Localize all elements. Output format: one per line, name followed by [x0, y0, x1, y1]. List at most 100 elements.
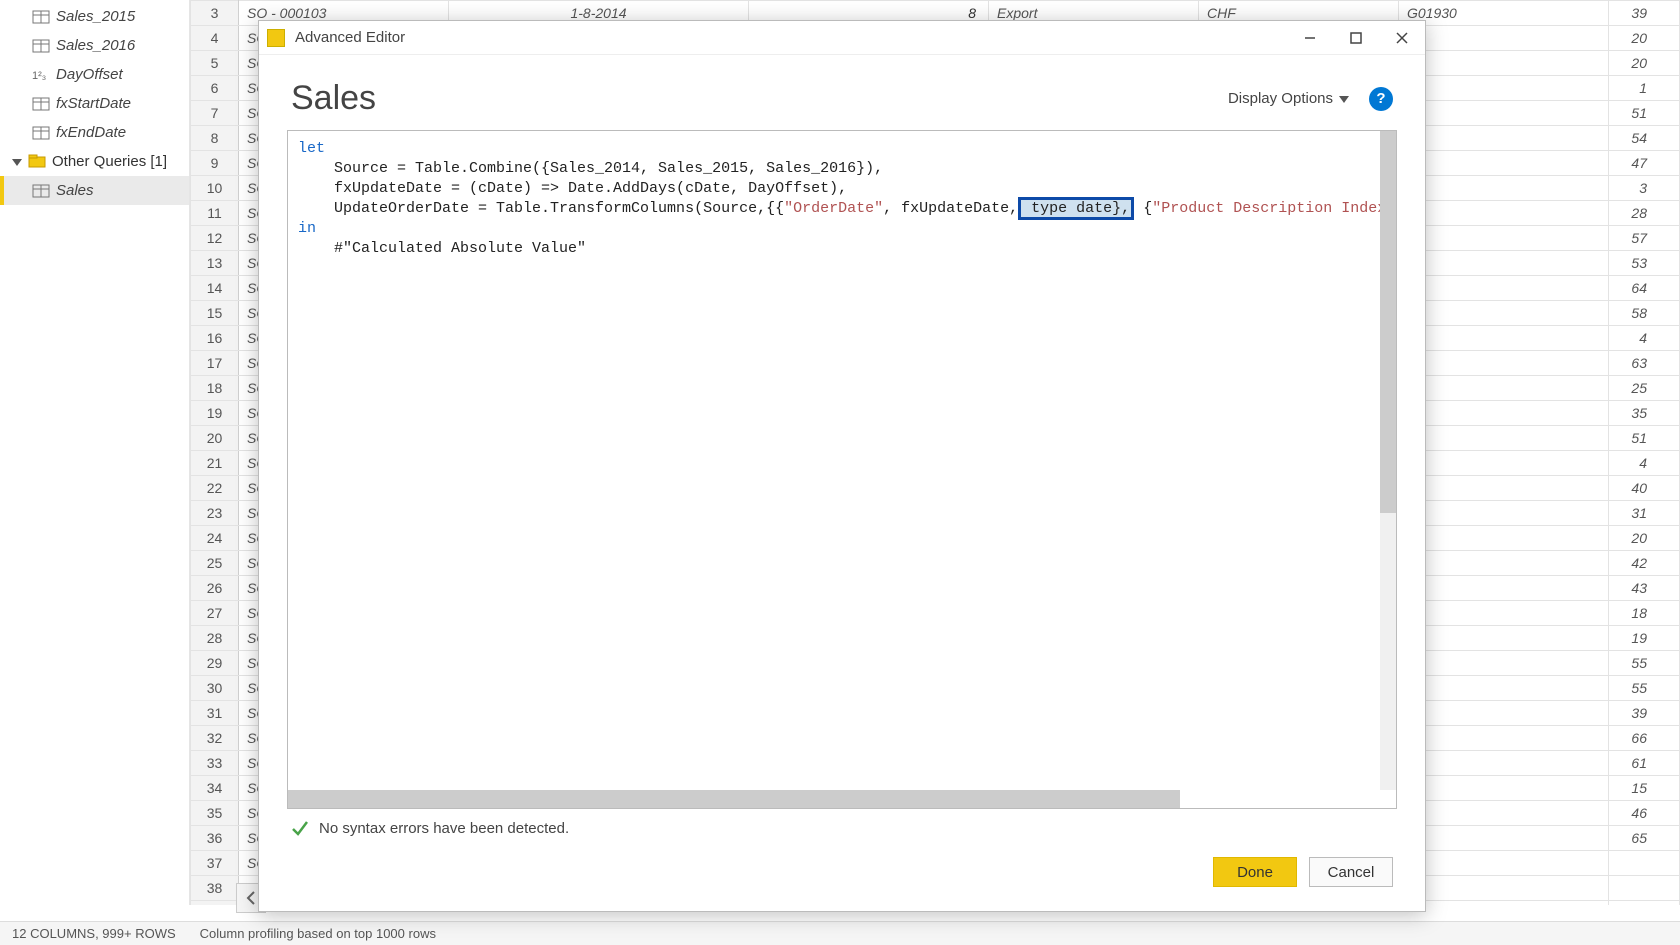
g-cell — [1399, 176, 1609, 201]
row-number-cell: 30 — [191, 676, 239, 701]
close-button[interactable] — [1379, 21, 1425, 55]
row-number-cell: 17 — [191, 351, 239, 376]
row-number-cell: 8 — [191, 126, 239, 151]
row-number-cell: 11 — [191, 201, 239, 226]
g-cell — [1399, 426, 1609, 451]
display-options-dropdown[interactable]: Display Options — [1228, 90, 1349, 107]
status-columns-rows: 12 COLUMNS, 999+ ROWS — [12, 926, 176, 941]
code-line-3b: , fxUpdateDate, — [883, 200, 1018, 217]
nav-item-label: DayOffset — [56, 66, 123, 83]
g-cell — [1399, 26, 1609, 51]
row-number-cell: 22 — [191, 476, 239, 501]
row-number-cell: 32 — [191, 726, 239, 751]
last-number-cell — [1609, 876, 1680, 901]
row-number-cell: 27 — [191, 601, 239, 626]
nav-group-other-queries[interactable]: Other Queries [1] — [0, 147, 189, 176]
table-icon — [32, 9, 50, 25]
cancel-label: Cancel — [1328, 864, 1375, 881]
g-cell — [1399, 226, 1609, 251]
minimize-button[interactable] — [1287, 21, 1333, 55]
status-profiling: Column profiling based on top 1000 rows — [200, 926, 436, 941]
last-number-cell: 20 — [1609, 526, 1680, 551]
row-number-cell: 39 — [191, 901, 239, 906]
row-number-cell: 35 — [191, 801, 239, 826]
g-cell — [1399, 126, 1609, 151]
last-number-cell: 15 — [1609, 776, 1680, 801]
chevron-down-icon — [1339, 94, 1349, 104]
row-number-cell: 38 — [191, 876, 239, 901]
last-number-cell: 20 — [1609, 26, 1680, 51]
scrollbar-thumb[interactable] — [288, 790, 1180, 808]
cancel-button[interactable]: Cancel — [1309, 857, 1393, 887]
row-number-cell: 13 — [191, 251, 239, 276]
last-number-cell: 31 — [1609, 501, 1680, 526]
last-number-cell: 51 — [1609, 426, 1680, 451]
g-cell: G01930 — [1399, 1, 1609, 26]
folder-icon — [28, 154, 46, 170]
last-number-cell: 55 — [1609, 676, 1680, 701]
last-number-cell: 57 — [1609, 226, 1680, 251]
g-cell — [1399, 51, 1609, 76]
nav-item-sales-2015[interactable]: Sales_2015 — [0, 2, 189, 31]
nav-item-fxenddate[interactable]: fxEndDate — [0, 118, 189, 147]
row-number-cell: 31 — [191, 701, 239, 726]
code-selected-typedate: type date}, — [1018, 197, 1134, 220]
row-number-cell: 36 — [191, 826, 239, 851]
g-cell — [1399, 876, 1609, 901]
code-keyword-in: in — [298, 220, 316, 237]
last-number-cell: 25 — [1609, 376, 1680, 401]
g-cell — [1399, 676, 1609, 701]
nav-item-label: Sales_2016 — [56, 37, 135, 54]
nav-item-sales[interactable]: Sales — [0, 176, 189, 205]
help-button[interactable]: ? — [1369, 87, 1393, 111]
nav-item-sales-2016[interactable]: Sales_2016 — [0, 31, 189, 60]
row-number-cell: 21 — [191, 451, 239, 476]
last-number-cell: 66 — [1609, 726, 1680, 751]
code-line-3a: UpdateOrderDate = Table.TransformColumns… — [298, 200, 784, 217]
row-number-cell: 7 — [191, 101, 239, 126]
g-cell — [1399, 451, 1609, 476]
g-cell — [1399, 601, 1609, 626]
nav-item-fxstartdate[interactable]: fxStartDate — [0, 89, 189, 118]
number-icon: 1²₃ — [32, 67, 50, 83]
scrollbar-thumb[interactable] — [1380, 131, 1396, 513]
g-cell — [1399, 201, 1609, 226]
dialog-titlebar[interactable]: Advanced Editor — [259, 21, 1425, 55]
code-editor[interactable]: let Source = Table.Combine({Sales_2014, … — [287, 130, 1397, 809]
maximize-button[interactable] — [1333, 21, 1379, 55]
last-number-cell: 39 — [1609, 701, 1680, 726]
dialog-footer: Done Cancel — [259, 837, 1425, 911]
done-button[interactable]: Done — [1213, 857, 1297, 887]
row-number-cell: 26 — [191, 576, 239, 601]
maximize-icon — [1350, 32, 1362, 44]
chevron-left-icon — [245, 891, 257, 905]
g-cell — [1399, 851, 1609, 876]
table-icon — [32, 96, 50, 112]
row-number-cell: 28 — [191, 626, 239, 651]
code-vertical-scrollbar[interactable] — [1380, 131, 1396, 790]
code-line-1: Source = Table.Combine({Sales_2014, Sale… — [298, 160, 883, 177]
g-cell — [1399, 151, 1609, 176]
code-line-3c: { — [1134, 200, 1152, 217]
check-icon — [291, 819, 309, 837]
table-icon — [32, 183, 50, 199]
last-number-cell: 61 — [1609, 751, 1680, 776]
row-number-cell: 25 — [191, 551, 239, 576]
last-number-cell: 4 — [1609, 451, 1680, 476]
row-number-cell: 16 — [191, 326, 239, 351]
code-horizontal-scrollbar[interactable] — [288, 790, 1376, 808]
svg-text:1²₃: 1²₃ — [32, 70, 46, 82]
g-cell — [1399, 726, 1609, 751]
g-cell — [1399, 551, 1609, 576]
nav-item-dayoffset[interactable]: 1²₃ DayOffset — [0, 60, 189, 89]
query-title: Sales — [291, 79, 376, 118]
g-cell — [1399, 376, 1609, 401]
dialog-title: Advanced Editor — [295, 29, 405, 46]
syntax-message: No syntax errors have been detected. — [319, 820, 569, 837]
row-number-cell: 9 — [191, 151, 239, 176]
last-number-cell: 47 — [1609, 151, 1680, 176]
g-cell — [1399, 701, 1609, 726]
row-number-cell: 4 — [191, 26, 239, 51]
nav-item-label: fxStartDate — [56, 95, 131, 112]
query-navigator: Sales_2015 Sales_2016 1²₃ DayOffset fxSt… — [0, 0, 190, 905]
